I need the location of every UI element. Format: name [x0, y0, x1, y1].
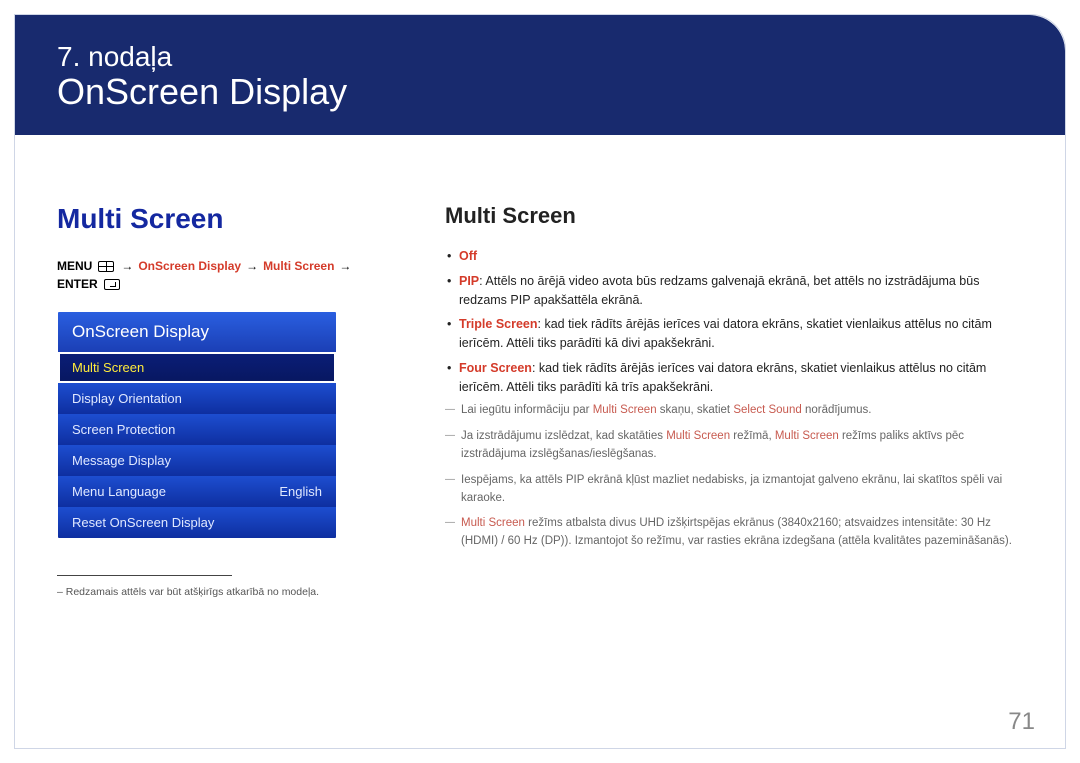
menu-item-label: Display Orientation [72, 391, 182, 406]
list-item: Triple Screen: kad tiek rādīts ārējās ie… [445, 315, 1025, 353]
page-number: 71 [1008, 708, 1035, 736]
osd-menu-item-message-display[interactable]: Message Display [58, 445, 336, 476]
breadcrumb-item: Multi Screen [263, 259, 334, 273]
divider [57, 575, 232, 576]
breadcrumb-item: OnScreen Display [138, 259, 241, 273]
option-label: Four Screen [459, 361, 532, 375]
osd-menu-item-menu-language[interactable]: Menu Language English [58, 476, 336, 507]
list-item: PIP: Attēls no ārējā video avota būs red… [445, 272, 1025, 310]
list-item: Lai iegūtu informāciju par Multi Screen … [445, 402, 1025, 420]
page-title: OnScreen Display [57, 71, 1065, 113]
osd-menu: OnScreen Display Multi Screen Display Or… [57, 311, 337, 539]
menu-item-value: English [279, 484, 322, 499]
osd-menu-item-screen-protection[interactable]: Screen Protection [58, 414, 336, 445]
option-text: : kad tiek rādīts ārējās ierīces vai dat… [459, 317, 992, 350]
menu-icon [98, 261, 114, 272]
option-label: Triple Screen [459, 317, 538, 331]
menu-item-label: Screen Protection [72, 422, 175, 437]
menu-item-label: Reset OnScreen Display [72, 515, 214, 530]
chapter-number: 7. nodaļa [57, 41, 1065, 73]
footnote: – Redzamais attēls var būt atšķirīgs atk… [57, 586, 387, 598]
breadcrumb-menu: MENU [57, 259, 92, 273]
list-item: Multi Screen režīms atbalsta divus UHD i… [445, 515, 1025, 551]
notes-list: Lai iegūtu informāciju par Multi Screen … [445, 402, 1025, 551]
osd-menu-header: OnScreen Display [58, 312, 336, 352]
osd-menu-item-display-orientation[interactable]: Display Orientation [58, 383, 336, 414]
menu-item-label: Message Display [72, 453, 171, 468]
arrow-icon: → [339, 259, 351, 273]
enter-icon [104, 279, 120, 290]
breadcrumb: MENU → OnScreen Display → Multi Screen →… [57, 259, 387, 291]
list-item: Ja izstrādājumu izslēdzat, kad skatāties… [445, 428, 1025, 464]
section-heading-left: Multi Screen [57, 203, 387, 235]
list-item: Iespējams, ka attēls PIP ekrānā kļūst ma… [445, 472, 1025, 508]
option-label: Off [459, 249, 477, 263]
arrow-icon: → [246, 259, 258, 273]
list-item: Off [445, 247, 1025, 266]
option-label: PIP [459, 274, 479, 288]
options-list: Off PIP: Attēls no ārējā video avota būs… [445, 247, 1025, 396]
breadcrumb-enter: ENTER [57, 277, 98, 291]
section-heading-right: Multi Screen [445, 203, 1025, 229]
menu-item-label: Menu Language [72, 484, 166, 499]
option-text: : Attēls no ārējā video avota būs redzam… [459, 274, 979, 307]
osd-menu-item-reset[interactable]: Reset OnScreen Display [58, 507, 336, 538]
arrow-icon: → [121, 259, 133, 273]
chapter-header: 7. nodaļa OnScreen Display [15, 15, 1065, 135]
osd-menu-item-multi-screen[interactable]: Multi Screen [58, 352, 336, 383]
list-item: Four Screen: kad tiek rādīts ārējās ierī… [445, 359, 1025, 397]
menu-item-label: Multi Screen [72, 360, 144, 375]
option-text: : kad tiek rādīts ārējās ierīces vai dat… [459, 361, 986, 394]
